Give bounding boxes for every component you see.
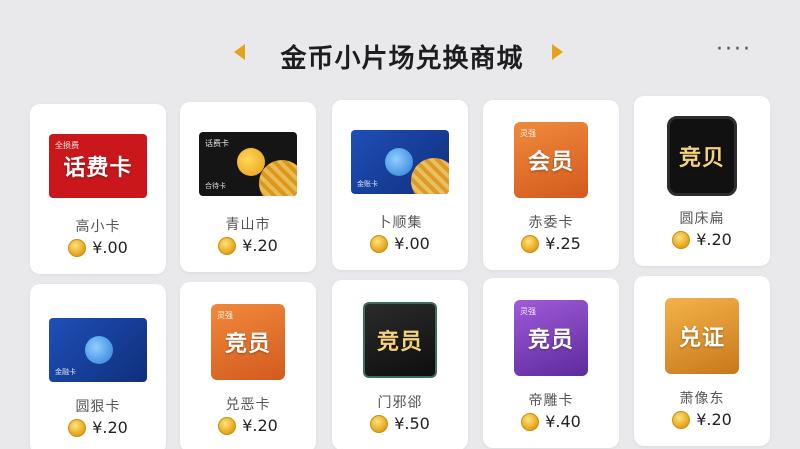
price-row: ¥.20 xyxy=(634,410,770,429)
item-name: 兑恶卡 xyxy=(225,397,271,413)
thumb-sub-label: 灵强 xyxy=(520,307,536,316)
coin-icon xyxy=(218,416,237,435)
stripe-decoration xyxy=(259,160,297,196)
thumb-main-label: 竞贝 xyxy=(678,146,725,171)
dark-stamp-icon: 竞员 xyxy=(363,302,437,378)
chevron-left-icon[interactable] xyxy=(234,44,245,60)
planet-icon xyxy=(385,148,413,176)
page-title: 金币小片场兑换商城 xyxy=(280,44,524,74)
coin-icon xyxy=(218,236,237,255)
item-price: ¥.20 xyxy=(242,236,278,255)
item-price: ¥.40 xyxy=(545,412,581,431)
thumb-sub-label: 全损费 xyxy=(55,141,79,150)
blue-planet-card-icon: 金账卡 xyxy=(351,130,449,194)
product-card[interactable]: 灵强 会员 赤委卡 ¥.25 xyxy=(483,100,619,270)
item-name: 帝雕卡 xyxy=(528,393,574,409)
item-price: ¥.20 xyxy=(242,416,278,435)
product-card[interactable]: 话费卡 合待卡 青山市 ¥.20 xyxy=(180,102,316,272)
product-card[interactable]: 竞员 门邪郤 ¥.50 xyxy=(332,280,468,449)
thumb-sub-label: 话费卡 xyxy=(205,139,229,148)
product-card[interactable]: 灵强 竞员 帝雕卡 ¥.40 xyxy=(483,278,619,448)
thumb-main-label: 竞员 xyxy=(527,328,574,353)
coin-icon xyxy=(672,410,691,429)
coin-icon xyxy=(521,412,540,431)
stripe-decoration xyxy=(411,158,449,194)
price-row: ¥.20 xyxy=(634,230,770,249)
price-row: ¥.50 xyxy=(332,414,468,433)
item-name: 青山市 xyxy=(225,217,271,233)
purple-stamp-icon: 灵强 竞员 xyxy=(514,300,588,376)
thumb-main-label: 竞员 xyxy=(376,330,423,355)
thumb-main-label: 兑证 xyxy=(678,326,725,351)
item-price: ¥.20 xyxy=(696,410,732,429)
coin-icon xyxy=(68,418,87,437)
price-row: ¥.40 xyxy=(483,412,619,431)
item-price: ¥.20 xyxy=(696,230,732,249)
coin-icon xyxy=(672,230,691,249)
item-name: 卜顺集 xyxy=(377,215,423,231)
thumb-main-label: 话费卡 xyxy=(63,156,133,181)
item-name: 高小卡 xyxy=(75,219,121,235)
thumb-foot-label: 金账卡 xyxy=(357,180,378,188)
item-price: ¥.20 xyxy=(92,418,128,437)
gold-stamp-icon: 兑证 xyxy=(665,298,739,374)
product-card[interactable]: 金账卡 卜顺集 ¥.00 xyxy=(332,100,468,270)
coin-icon xyxy=(521,234,540,253)
black-badge-icon: 竞贝 xyxy=(667,116,737,196)
orange-stamp-icon: 灵强 竞员 xyxy=(211,304,285,380)
price-row: ¥.00 xyxy=(30,238,166,257)
thumb-sub-label: 灵强 xyxy=(520,129,536,138)
coin-icon xyxy=(68,238,87,257)
item-price: ¥.00 xyxy=(92,238,128,257)
chevron-right-icon[interactable] xyxy=(552,44,563,60)
price-row: ¥.25 xyxy=(483,234,619,253)
price-row: ¥.20 xyxy=(180,236,316,255)
coin-card-icon: 话费卡 合待卡 xyxy=(199,132,297,196)
thumb-sub-label: 灵强 xyxy=(217,311,233,320)
more-menu-button[interactable]: ···· xyxy=(716,39,764,64)
price-row: ¥.00 xyxy=(332,234,468,253)
item-name: 圆床扁 xyxy=(679,211,725,227)
price-row: ¥.20 xyxy=(180,416,316,435)
planet-icon xyxy=(85,336,113,364)
product-card[interactable]: 兑证 萧像东 ¥.20 xyxy=(634,276,770,446)
product-card[interactable]: 金融卡 圆狠卡 ¥.20 xyxy=(30,284,166,449)
item-price: ¥.50 xyxy=(394,414,430,433)
header: 金币小片场兑换商城 ···· xyxy=(0,24,800,80)
price-row: ¥.20 xyxy=(30,418,166,437)
item-name: 门邪郤 xyxy=(377,395,423,411)
product-card[interactable]: 竞贝 圆床扁 ¥.20 xyxy=(634,96,770,266)
member-stamp-icon: 灵强 会员 xyxy=(514,122,588,198)
coin-icon xyxy=(370,414,389,433)
item-price: ¥.25 xyxy=(545,234,581,253)
thumb-foot-label: 金融卡 xyxy=(55,368,76,376)
item-price: ¥.00 xyxy=(394,234,430,253)
thumb-main-label: 会员 xyxy=(527,150,574,175)
item-name: 萧像东 xyxy=(679,391,725,407)
thumb-main-label: 竞员 xyxy=(224,332,271,357)
item-name: 圆狠卡 xyxy=(75,399,121,415)
product-card[interactable]: 全损费 话费卡 高小卡 ¥.00 xyxy=(30,104,166,274)
thumb-foot-label: 合待卡 xyxy=(205,182,226,190)
coin-icon xyxy=(370,234,389,253)
product-card[interactable]: 灵强 竞员 兑恶卡 ¥.20 xyxy=(180,282,316,449)
phone-bill-card-icon: 全损费 话费卡 xyxy=(49,134,147,198)
item-name: 赤委卡 xyxy=(528,215,574,231)
blue-planet-card-icon: 金融卡 xyxy=(49,318,147,382)
